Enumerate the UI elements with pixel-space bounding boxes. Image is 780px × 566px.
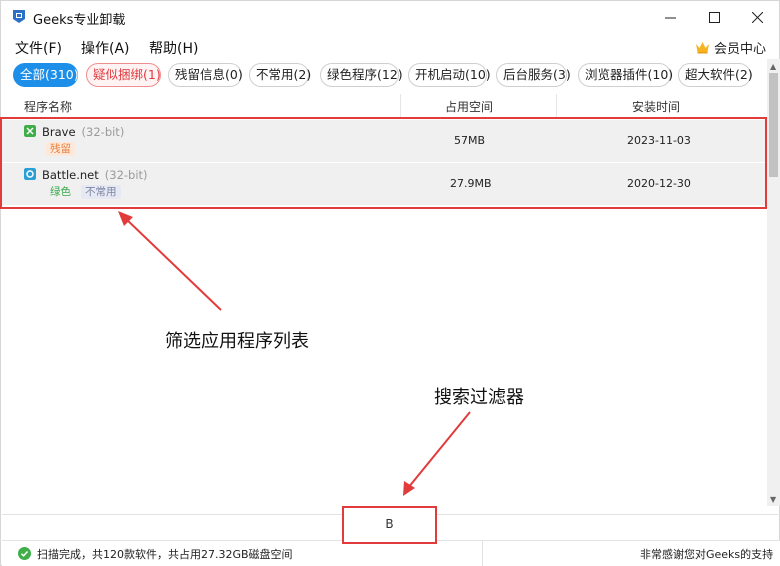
- vip-label: 会员中心: [714, 42, 767, 57]
- filter-all[interactable]: 全部(310): [13, 63, 79, 87]
- vertical-scrollbar[interactable]: ▲ ▼: [767, 59, 780, 506]
- column-divider: [556, 94, 557, 118]
- filter-large-software[interactable]: 超大软件(2): [678, 63, 753, 87]
- column-program-name[interactable]: 程序名称: [24, 98, 72, 115]
- rows-highlight-box: [0, 117, 767, 209]
- minimize-button[interactable]: [647, 1, 693, 33]
- thanks-message: 非常感谢您对Geeks的支持: [640, 548, 774, 561]
- filter-browser-plugins[interactable]: 浏览器插件(10): [578, 63, 673, 87]
- menu-bar: 文件(F) 操作(A) 帮助(H) 会员中心: [1, 33, 779, 59]
- window-title: Geeks专业卸载: [33, 13, 126, 28]
- search-filter-value[interactable]: B: [344, 517, 435, 531]
- maximize-button[interactable]: [691, 1, 737, 33]
- scroll-up-icon[interactable]: ▲: [770, 62, 776, 71]
- scroll-down-icon[interactable]: ▼: [770, 495, 776, 504]
- menu-file[interactable]: 文件(F): [15, 38, 62, 58]
- vip-center-link[interactable]: 会员中心: [695, 38, 766, 57]
- close-button[interactable]: [734, 1, 780, 33]
- scan-summary: 扫描完成，共120款软件，共占用27.32GB磁盘空间: [37, 548, 293, 561]
- scroll-thumb[interactable]: [769, 73, 778, 177]
- filter-green-programs[interactable]: 绿色程序(12): [320, 63, 403, 87]
- maximize-icon: [708, 11, 720, 23]
- filter-rarely-used[interactable]: 不常用(2): [249, 63, 311, 87]
- filter-suspected-bundle[interactable]: 疑似捆绑(1): [86, 63, 161, 87]
- close-icon: [751, 11, 763, 23]
- app-window: Geeks专业卸载 文件(F) 操作(A) 帮助(H) 会员中心 全部(310)…: [0, 0, 780, 566]
- annotation-filter-list: 筛选应用程序列表: [165, 331, 309, 352]
- status-divider: [482, 541, 483, 566]
- title-bar: Geeks专业卸载: [1, 1, 779, 33]
- annotation-search-filter: 搜索过滤器: [434, 387, 524, 408]
- menu-help[interactable]: 帮助(H): [149, 38, 198, 58]
- menu-action[interactable]: 操作(A): [81, 38, 130, 58]
- filter-startup[interactable]: 开机启动(10): [408, 63, 491, 87]
- column-size[interactable]: 占用空间: [445, 98, 493, 115]
- check-circle-icon: [18, 547, 31, 560]
- crown-icon: [696, 42, 709, 54]
- minimize-icon: [664, 17, 676, 18]
- search-filter-highlight: B: [342, 506, 437, 544]
- filter-background-services[interactable]: 后台服务(3): [496, 63, 571, 87]
- column-install-date[interactable]: 安装时间: [632, 98, 680, 115]
- filter-residual[interactable]: 残留信息(0): [168, 63, 243, 87]
- table-header: 程序名称 占用空间 安装时间: [2, 94, 766, 118]
- geeks-logo-icon: [13, 10, 25, 23]
- column-divider: [400, 94, 401, 118]
